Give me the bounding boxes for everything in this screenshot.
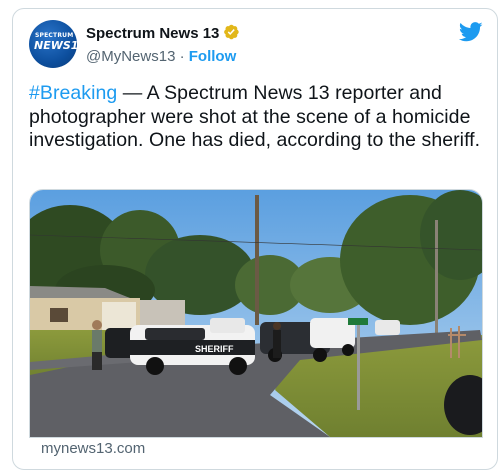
twitter-bird-icon[interactable] bbox=[458, 22, 483, 47]
author-name-row: Spectrum News 13 bbox=[86, 23, 240, 46]
avatar[interactable]: SPECTRUM NEWS13 bbox=[29, 20, 77, 68]
follow-link[interactable]: Follow bbox=[189, 48, 237, 65]
tweet-photo[interactable]: SHERIFF bbox=[29, 189, 483, 438]
tweet-header: SPECTRUM NEWS13 Spectrum News 13 @MyNews… bbox=[29, 20, 483, 70]
author-handle-row: @MyNews13 · Follow bbox=[86, 47, 240, 67]
author-info: Spectrum News 13 @MyNews13 · Follow bbox=[86, 23, 240, 67]
avatar-logo-number: 13 bbox=[71, 39, 77, 52]
avatar-logo-word: NEWS bbox=[34, 39, 71, 52]
author-handle[interactable]: @MyNews13 bbox=[86, 48, 175, 65]
hashtag-link[interactable]: #Breaking bbox=[29, 82, 117, 104]
tweet-text: #Breaking — A Spectrum News 13 reporter … bbox=[29, 82, 484, 153]
avatar-logo-top: SPECTRUM bbox=[35, 32, 74, 39]
avatar-logo-main: NEWS13 bbox=[34, 39, 77, 52]
verified-badge-icon bbox=[222, 23, 240, 46]
sheriff-vehicle-text: SHERIFF bbox=[195, 344, 234, 354]
handle-separator: · bbox=[175, 48, 189, 65]
author-display-name[interactable]: Spectrum News 13 bbox=[86, 25, 219, 42]
tweet-card[interactable]: SPECTRUM NEWS13 Spectrum News 13 @MyNews… bbox=[12, 8, 498, 470]
